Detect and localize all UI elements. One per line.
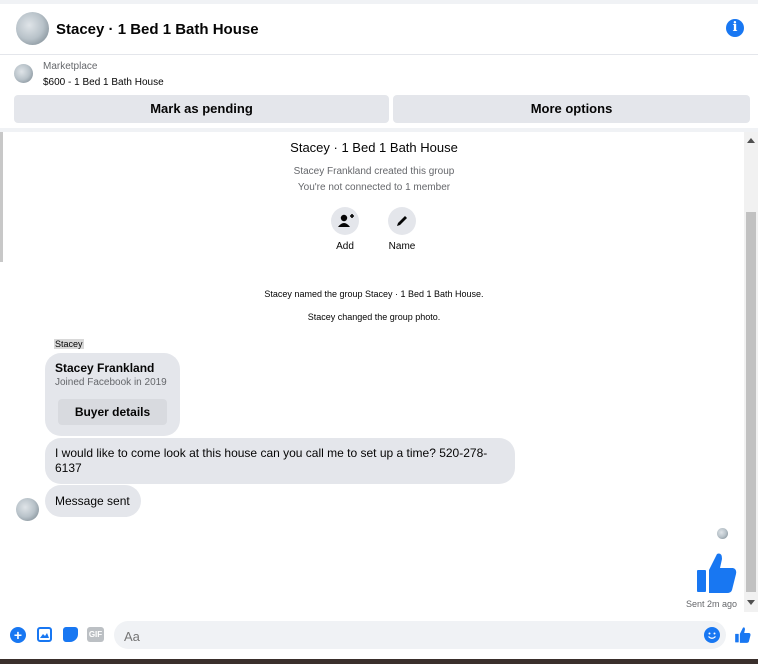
send-like-icon[interactable] [734,626,752,644]
gif-icon[interactable]: GIF [87,627,104,642]
sent-status: Sent 2m ago [685,599,737,609]
message-thread[interactable]: Stacey · 1 Bed 1 Bath House Stacey Frank… [5,132,743,612]
message-bubble[interactable]: Message sent [45,485,141,517]
buyer-details-button[interactable]: Buyer details [58,399,167,425]
add-label: Add [336,241,354,252]
group-connection: You're not connected to 1 member [297,182,451,193]
message-input[interactable] [122,626,696,646]
read-receipt-avatar [717,528,728,539]
like-sticker-icon [695,550,739,596]
more-options-button[interactable]: More options [393,95,750,123]
chat-header: Stacey · 1 Bed 1 Bath House i [0,4,758,55]
plus-icon[interactable]: + [10,627,26,643]
scroll-thumb[interactable] [746,212,756,592]
listing-price-title[interactable]: $600 - 1 Bed 1 Bath House [43,77,164,88]
name-label: Name [388,241,416,252]
group-created-by: Stacey Frankland created this group [293,166,455,177]
message-composer[interactable] [114,621,726,649]
name-group-action[interactable]: Name [372,207,432,252]
event-group-named: Stacey named the group Stacey · 1 Bed 1 … [264,289,484,299]
info-icon[interactable]: i [726,19,744,37]
profile-card: Stacey Frankland Joined Facebook in 2019… [45,353,180,436]
profile-name[interactable]: Stacey Frankland [55,361,154,375]
add-member-action[interactable]: Add [315,207,375,252]
group-name: Stacey · 1 Bed 1 Bath House [290,140,458,155]
bottom-strip [0,659,758,664]
sender-name: Stacey [54,339,84,349]
photo-icon[interactable] [37,627,52,642]
pencil-icon[interactable] [388,207,416,235]
scroll-up-icon[interactable] [747,138,755,143]
event-photo-changed: Stacey changed the group photo. [307,312,441,322]
scroll-down-icon[interactable] [747,600,755,605]
sticker-icon[interactable] [63,627,78,642]
left-edge-bar [0,132,3,262]
sender-avatar[interactable] [16,498,39,521]
emoji-icon[interactable] [704,627,720,643]
chat-scrollbar[interactable] [744,132,758,612]
mark-as-pending-button[interactable]: Mark as pending [14,95,389,123]
listing-thumbnail[interactable] [14,64,33,83]
profile-joined: Joined Facebook in 2019 [55,377,167,388]
add-person-icon[interactable] [331,207,359,235]
group-avatar[interactable] [16,12,49,45]
chat-title[interactable]: Stacey · 1 Bed 1 Bath House [56,21,259,38]
listing-category: Marketplace [43,61,98,72]
message-bubble[interactable]: I would like to come look at this house … [45,438,515,484]
